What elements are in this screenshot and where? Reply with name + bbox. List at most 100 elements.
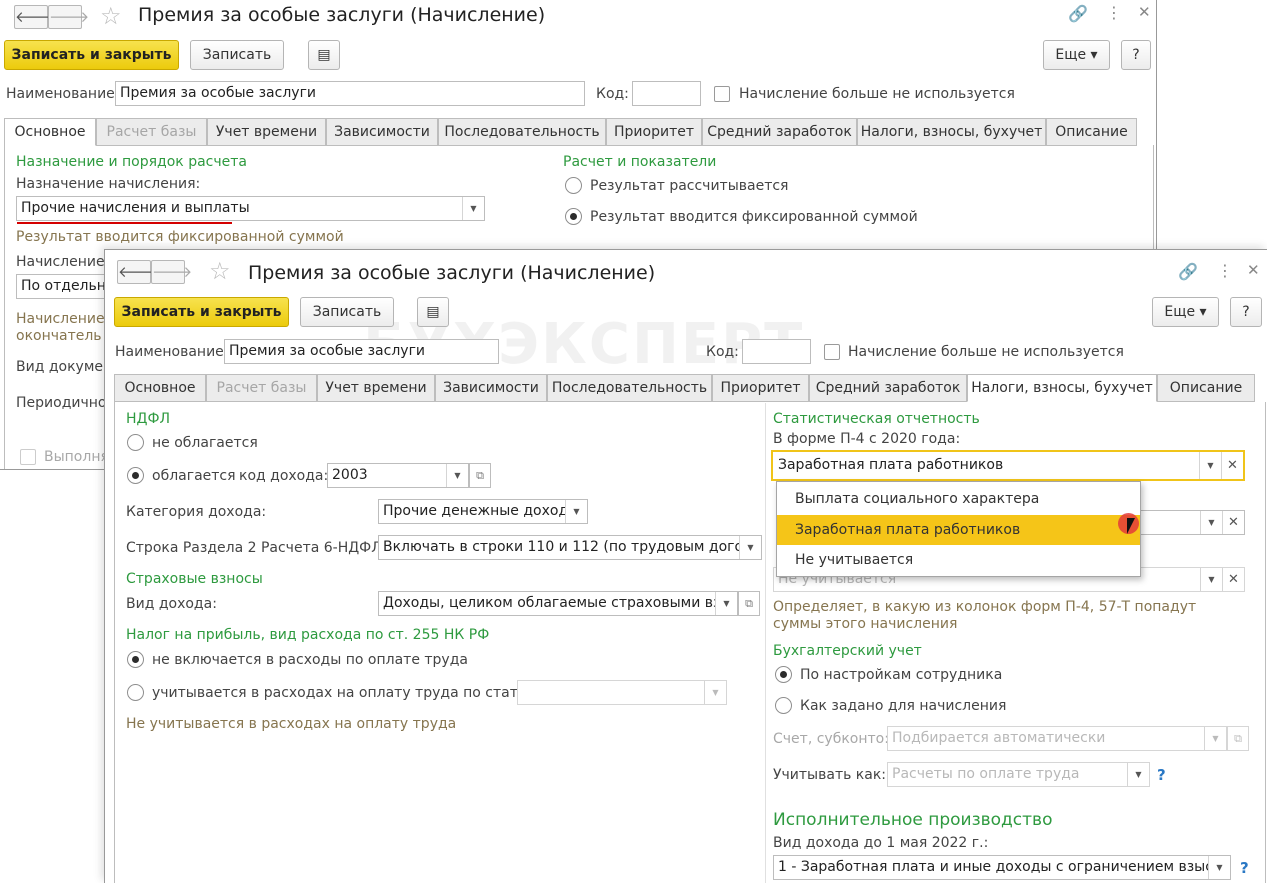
code-input[interactable] (742, 339, 811, 364)
chevron-down-icon[interactable]: ▼ (1200, 511, 1222, 534)
more-vert-icon[interactable]: ⋮ (1106, 3, 1122, 22)
tab-1[interactable]: Расчет базы (206, 374, 317, 402)
stats-select-2[interactable]: ✕ ▼ (1139, 510, 1245, 535)
done-checkbox[interactable] (20, 449, 36, 465)
account-select[interactable]: Подбирается автоматически ▼ (887, 726, 1227, 751)
chevron-down-icon[interactable]: ▼ (739, 536, 761, 559)
purpose-select[interactable]: Прочие начисления и выплаты ▼ (16, 196, 485, 221)
expense-article-select[interactable]: ▼ (517, 680, 727, 705)
help-button[interactable]: ? (1121, 40, 1151, 70)
accrual-hint-2: окончатель (16, 328, 102, 344)
forward-button[interactable]: 🡒 (151, 260, 192, 284)
not-used-label: Начисление больше не используется (848, 344, 1124, 360)
link-icon[interactable]: 🔗 (1178, 262, 1198, 281)
chevron-down-icon[interactable]: ▼ (462, 197, 484, 220)
close-icon[interactable]: ✕ (1138, 3, 1151, 21)
radio-calc[interactable] (565, 177, 582, 194)
tab-2[interactable]: Учет времени (317, 374, 435, 402)
chevron-down-icon[interactable]: ▼ (565, 500, 587, 523)
tab-3[interactable]: Зависимости (326, 118, 438, 146)
link-icon[interactable]: 🔗 (1068, 4, 1088, 23)
chevron-down-icon[interactable]: ▼ (446, 464, 468, 487)
more-button[interactable]: Еще ▾ (1043, 40, 1110, 70)
section-enforcement: Исполнительное производство (773, 810, 1053, 830)
report-icon[interactable]: ▤ (417, 297, 449, 327)
open-icon[interactable]: ⧉ (469, 463, 491, 488)
dropdown-option-none[interactable]: Не учитывается (777, 546, 1140, 575)
tab-5[interactable]: Приоритет (606, 118, 702, 146)
back-button[interactable]: 🡐 (14, 5, 55, 29)
more-vert-icon[interactable]: ⋮ (1217, 261, 1233, 280)
tab-3[interactable]: Зависимости (435, 374, 547, 402)
chevron-down-icon[interactable]: ▼ (1208, 856, 1230, 879)
consider-help-icon[interactable]: ? (1157, 766, 1166, 784)
save-button[interactable]: Записать (190, 40, 284, 70)
tab-8[interactable]: Описание (1157, 374, 1255, 402)
consider-select[interactable]: Расчеты по оплате труда ▼ (887, 762, 1150, 787)
income-category-select[interactable]: Прочие денежные доходы ▼ (378, 499, 588, 524)
chevron-down-icon[interactable]: ▼ (1200, 568, 1222, 591)
chevron-down-icon[interactable]: ▼ (704, 681, 726, 704)
clear-icon[interactable]: ✕ (1221, 452, 1243, 479)
not-used-checkbox[interactable] (714, 86, 730, 102)
tab-6[interactable]: Средний заработок (702, 118, 857, 146)
tab-0[interactable]: Основное (114, 374, 206, 402)
radio-fixed[interactable] (565, 208, 582, 225)
radio-not-included[interactable] (127, 651, 144, 668)
tab-8[interactable]: Описание (1046, 118, 1137, 146)
accrual-select[interactable]: По отдельно (16, 274, 116, 299)
enforcement-help-icon[interactable]: ? (1240, 859, 1249, 877)
back-button[interactable]: 🡐 (117, 260, 158, 284)
radio-taxed[interactable] (127, 467, 144, 484)
chevron-down-icon[interactable]: ▼ (1204, 727, 1226, 750)
radio-as-set[interactable] (775, 697, 792, 714)
clear-icon[interactable]: ✕ (1222, 511, 1244, 534)
radio-not-taxed[interactable] (127, 434, 144, 451)
tab-1[interactable]: Расчет базы (96, 118, 207, 146)
clear-icon[interactable]: ✕ (1222, 568, 1244, 591)
open-icon[interactable]: ⧉ (1227, 726, 1249, 751)
row-6ndfl-select[interactable]: Включать в строки 110 и 112 (по трудовым… (378, 535, 762, 560)
p4-select[interactable]: Заработная плата работников ✕ ▼ (771, 450, 1245, 481)
open-icon[interactable]: ⧉ (738, 591, 760, 616)
report-icon[interactable]: ▤ (308, 40, 340, 70)
save-close-button[interactable]: Записать и закрыть (114, 297, 289, 327)
help-button[interactable]: ? (1230, 297, 1262, 327)
enforcement-income-select[interactable]: 1 - Заработная плата и иные доходы с огр… (773, 855, 1231, 880)
chevron-down-icon[interactable]: ▼ (1127, 763, 1149, 786)
tab-0[interactable]: Основное (4, 118, 96, 146)
tab-4[interactable]: Последовательность (547, 374, 712, 402)
dropdown-option-salary[interactable]: Заработная плата работников (777, 515, 1140, 545)
stats-hint: Определяет, в какую из колонок форм П-4,… (773, 599, 1197, 632)
chevron-down-icon[interactable]: ▼ (715, 592, 737, 615)
save-close-button[interactable]: Записать и закрыть (4, 40, 179, 70)
tab-5[interactable]: Приоритет (712, 374, 809, 402)
name-input[interactable]: Премия за особые заслуги (115, 81, 585, 106)
radio-included[interactable] (127, 684, 144, 701)
forward-button[interactable]: 🡒 (48, 5, 89, 29)
section-stats: Статистическая отчетность (773, 411, 980, 427)
code-label: Код: (596, 86, 629, 102)
not-used-checkbox[interactable] (824, 344, 840, 360)
income-code-select[interactable]: 2003 ▼ (327, 463, 469, 488)
tab-6[interactable]: Средний заработок (809, 374, 967, 402)
insurance-income-select[interactable]: Доходы, целиком облагаемые страховыми вз… (378, 591, 738, 616)
chevron-down-icon[interactable]: ▼ (1199, 452, 1221, 479)
section-accounting: Бухгалтерский учет (773, 643, 922, 659)
radio-by-employee[interactable] (775, 666, 792, 683)
star-icon[interactable]: ☆ (209, 257, 231, 285)
star-icon[interactable]: ☆ (100, 2, 122, 30)
tab-7[interactable]: Налоги, взносы, бухучет (967, 374, 1157, 402)
close-icon[interactable]: ✕ (1247, 261, 1260, 279)
code-input[interactable] (632, 81, 701, 106)
dropdown-option-social[interactable]: Выплата социального характера (777, 485, 1140, 514)
more-button[interactable]: Еще ▾ (1152, 297, 1219, 327)
tab-2[interactable]: Учет времени (207, 118, 326, 146)
name-input[interactable]: Премия за особые заслуги (224, 339, 499, 364)
tab-7[interactable]: Налоги, взносы, бухучет (857, 118, 1046, 146)
tab-4[interactable]: Последовательность (438, 118, 606, 146)
save-button[interactable]: Записать (300, 297, 394, 327)
income-category-label: Категория дохода: (126, 504, 267, 520)
income-code-label: код дохода: (239, 468, 329, 484)
profit-tax-hint: Не учитывается в расходах на оплату труд… (126, 716, 457, 732)
